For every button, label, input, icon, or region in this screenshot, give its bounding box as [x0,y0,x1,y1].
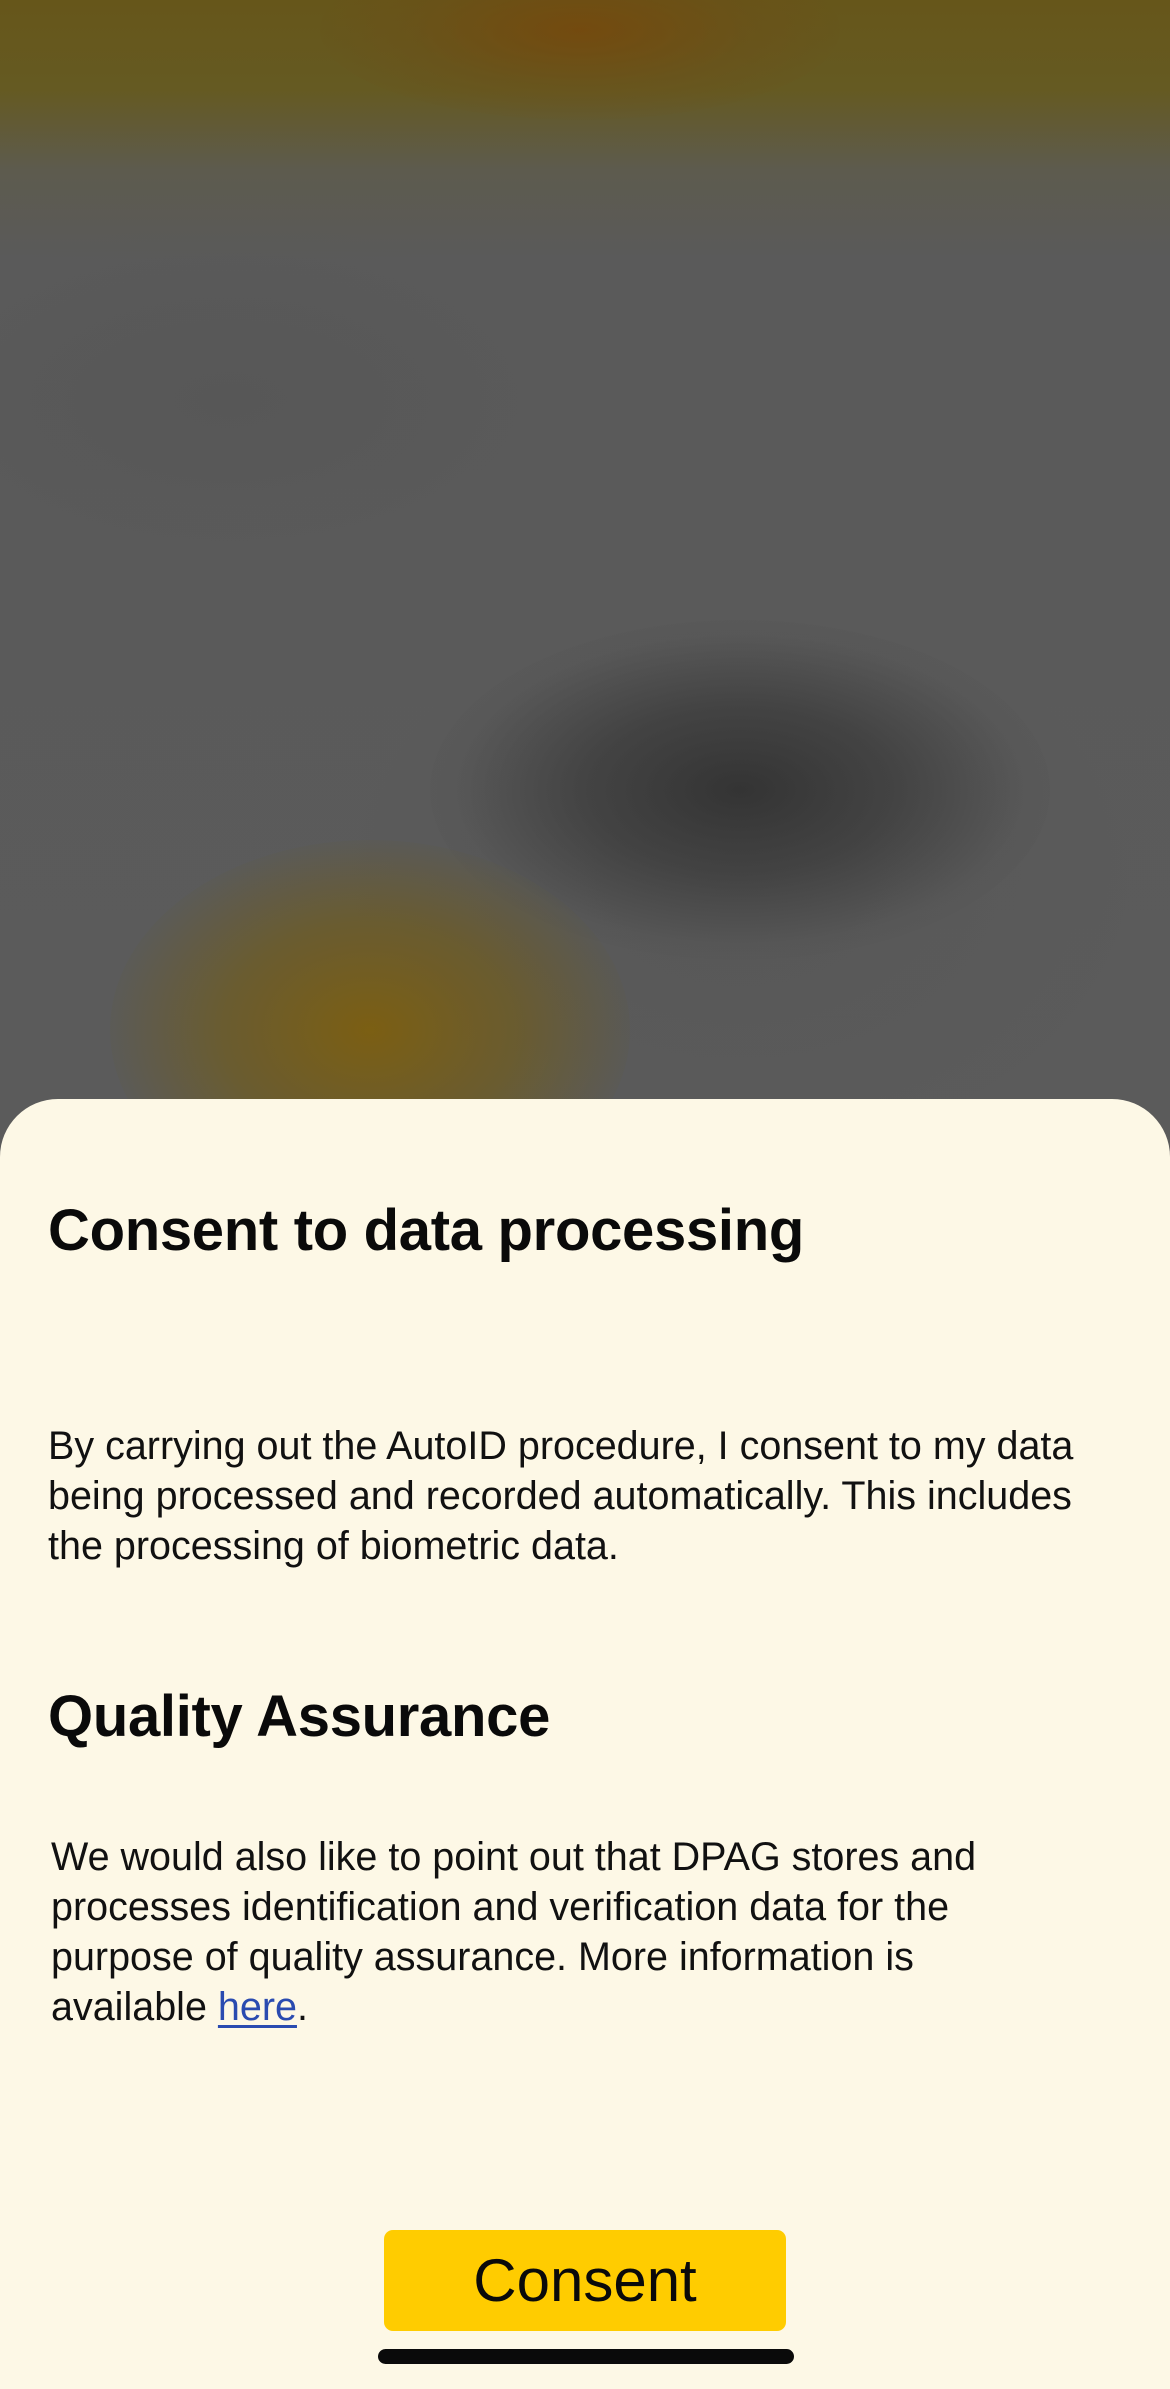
camera-preview-background [0,0,1170,1140]
quality-text-after-link: . [296,1985,308,2029]
quality-assurance-description: We would also like to point out that DPA… [51,1832,1131,2032]
quality-text-line-2: processes identification and verificatio… [51,1885,950,1929]
consent-description: By carrying out the AutoID procedure, I … [48,1424,1074,1568]
consent-button[interactable]: Consent [384,2230,786,2331]
quality-text-before-link: available [51,1985,218,2029]
quality-text-line-3: purpose of quality assurance. More infor… [51,1935,914,1979]
blurred-highlight-top [320,0,840,120]
consent-heading: Consent to data processing [48,1198,804,1263]
blurred-shadow-left [0,220,580,580]
more-information-link[interactable]: here [218,1985,297,2029]
home-indicator [378,2349,794,2364]
quality-assurance-heading: Quality Assurance [48,1684,551,1749]
consent-bottom-sheet: Consent to data processing By carrying o… [0,1099,1170,2389]
quality-text-line-1: We would also like to point out that DPA… [51,1835,977,1879]
